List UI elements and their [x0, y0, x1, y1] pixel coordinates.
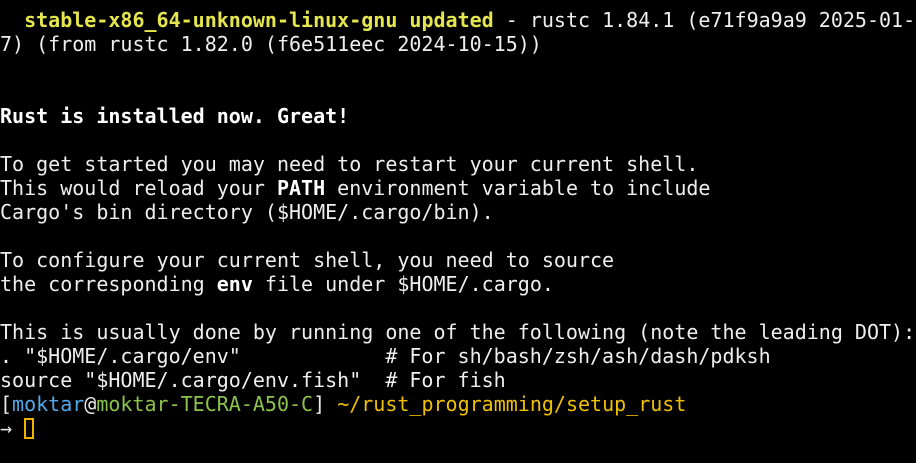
- source-env-fish-command: source "$HOME/.cargo/env.fish" # For fis…: [0, 368, 506, 392]
- rustc-version-text: - rustc 1.84.1 (e71f9a9a9 2025-01-2: [493, 8, 916, 32]
- text-cursor[interactable]: [24, 418, 35, 439]
- source-env-sh-command: . "$HOME/.cargo/env" # For sh/bash/zsh/a…: [0, 344, 771, 368]
- terminal-line-rustc-from: 7) (from rustc 1.82.0 (f6e511eec 2024-10…: [0, 32, 542, 56]
- usually-done-text: This is usually done by running one of t…: [0, 320, 916, 344]
- env-file-suffix: file under $HOME/.cargo.: [252, 272, 554, 296]
- prompt-at: @: [84, 392, 97, 416]
- rust-installed-message: Rust is installed now. Great!: [0, 104, 350, 128]
- prompt-close-bracket: ]: [313, 392, 338, 416]
- shell-prompt: [moktar@moktar-TECRA-A50-C] ~/rust_progr…: [0, 392, 916, 416]
- env-file-text: the corresponding env file under $HOME/.…: [0, 272, 916, 296]
- reload-path-text: This would reload your PATH environment …: [0, 176, 916, 200]
- reload-path-prefix: This would reload your: [0, 176, 277, 200]
- configure-shell-text: To configure your current shell, you nee…: [0, 248, 615, 272]
- prompt-arrow-icon: →: [0, 416, 25, 440]
- prompt-user: moktar: [12, 392, 85, 416]
- prompt-open-bracket: [: [0, 392, 13, 416]
- restart-shell-text: To get started you may need to restart y…: [0, 152, 699, 176]
- cargo-bin-dir-text: Cargo's bin directory ($HOME/.cargo/bin)…: [0, 200, 494, 224]
- reload-path-suffix: environment variable to include: [325, 176, 711, 200]
- path-keyword: PATH: [276, 176, 326, 200]
- prompt-path: ~/rust_programming/setup_rust: [337, 392, 687, 416]
- command-input-line[interactable]: →: [0, 416, 916, 440]
- env-keyword: env: [216, 272, 253, 296]
- env-file-prefix: the corresponding: [0, 272, 217, 296]
- terminal-line-toolchain-updated: stable-x86_64-unknown-linux-gnu updated …: [0, 8, 916, 32]
- toolchain-updated-text: stable-x86_64-unknown-linux-gnu updated: [24, 8, 494, 32]
- prompt-host: moktar-TECRA-A50-C: [96, 392, 314, 416]
- terminal-window[interactable]: stable-x86_64-unknown-linux-gnu updated …: [0, 0, 916, 463]
